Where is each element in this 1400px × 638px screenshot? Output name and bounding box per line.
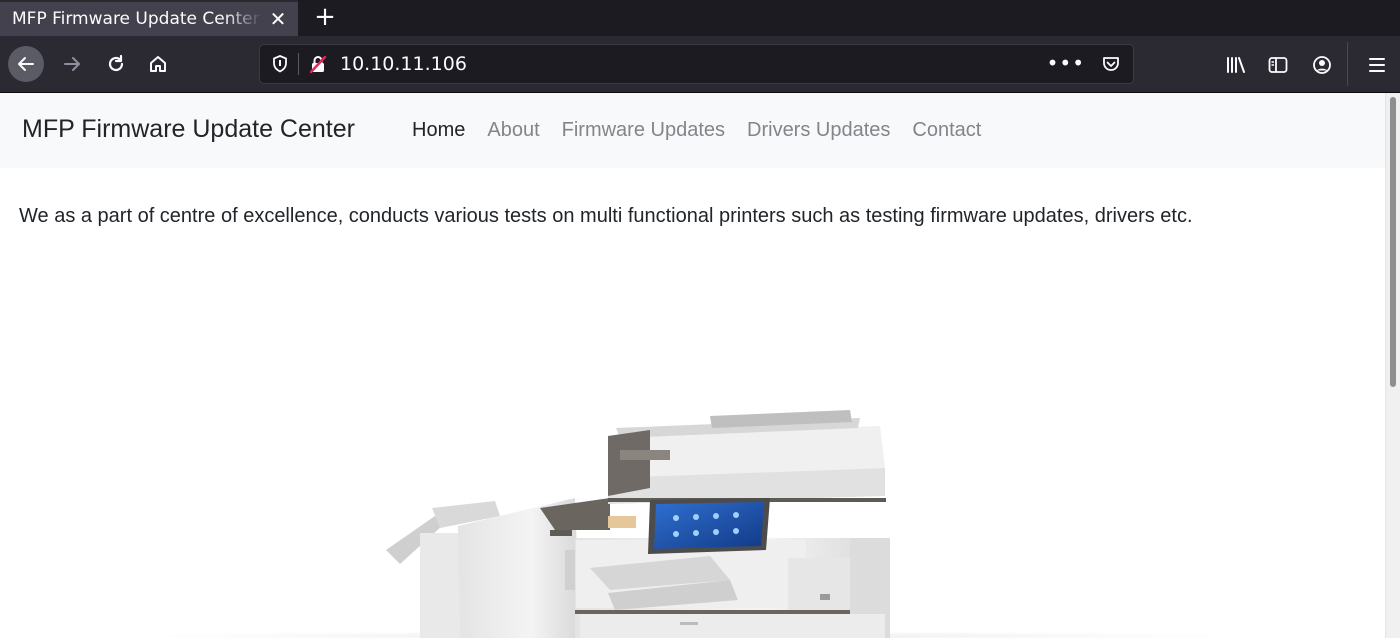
arrow-right-icon — [64, 57, 80, 71]
page-actions-button[interactable]: ••• — [1047, 49, 1085, 77]
close-icon[interactable]: ✕ — [268, 9, 288, 29]
multifunction-printer-image — [386, 410, 890, 638]
tab-title: MFP Firmware Update Center — [12, 9, 260, 29]
vertical-scrollbar[interactable] — [1385, 93, 1400, 638]
browser-tab[interactable]: MFP Firmware Update Center ✕ — [0, 0, 298, 36]
page-viewport: MFP Firmware Update Center Home About Fi… — [0, 93, 1385, 638]
home-button[interactable] — [140, 46, 176, 82]
url-text[interactable]: 10.10.11.106 — [340, 53, 467, 75]
browser-toolbar: 10.10.11.106 ••• — [0, 36, 1400, 93]
insecure-lock-icon[interactable] — [308, 54, 328, 74]
pocket-icon[interactable] — [1101, 54, 1121, 74]
nav-link-firmware-updates[interactable]: Firmware Updates — [562, 119, 725, 142]
plus-icon[interactable]: + — [310, 3, 340, 33]
library-icon[interactable] — [1225, 54, 1247, 76]
reload-button[interactable] — [98, 46, 134, 82]
back-button[interactable] — [8, 46, 44, 82]
forward-button[interactable] — [54, 46, 90, 82]
nav-link-contact[interactable]: Contact — [912, 119, 981, 142]
hamburger-menu-icon[interactable] — [1366, 54, 1388, 76]
nav-link-drivers-updates[interactable]: Drivers Updates — [747, 119, 890, 142]
nav-link-home[interactable]: Home — [412, 119, 465, 142]
account-icon[interactable] — [1311, 54, 1333, 76]
nav-link-about[interactable]: About — [487, 119, 539, 142]
scrollbar-thumb[interactable] — [1390, 97, 1396, 387]
site-navbar: MFP Firmware Update Center Home About Fi… — [0, 93, 1385, 168]
site-brand[interactable]: MFP Firmware Update Center — [22, 115, 355, 144]
arrow-left-icon — [18, 57, 34, 71]
url-separator — [298, 53, 299, 75]
sidebar-icon[interactable] — [1267, 54, 1289, 76]
intro-text: We as a part of centre of excellence, co… — [19, 205, 1193, 227]
shield-icon[interactable] — [270, 54, 290, 74]
url-bar[interactable]: 10.10.11.106 ••• — [259, 44, 1134, 84]
home-icon — [150, 56, 166, 72]
tab-strip: MFP Firmware Update Center ✕ + — [0, 0, 1400, 36]
reload-icon — [108, 54, 124, 72]
toolbar-separator — [1347, 42, 1348, 86]
nav-links: Home About Firmware Updates Drivers Upda… — [412, 119, 981, 142]
